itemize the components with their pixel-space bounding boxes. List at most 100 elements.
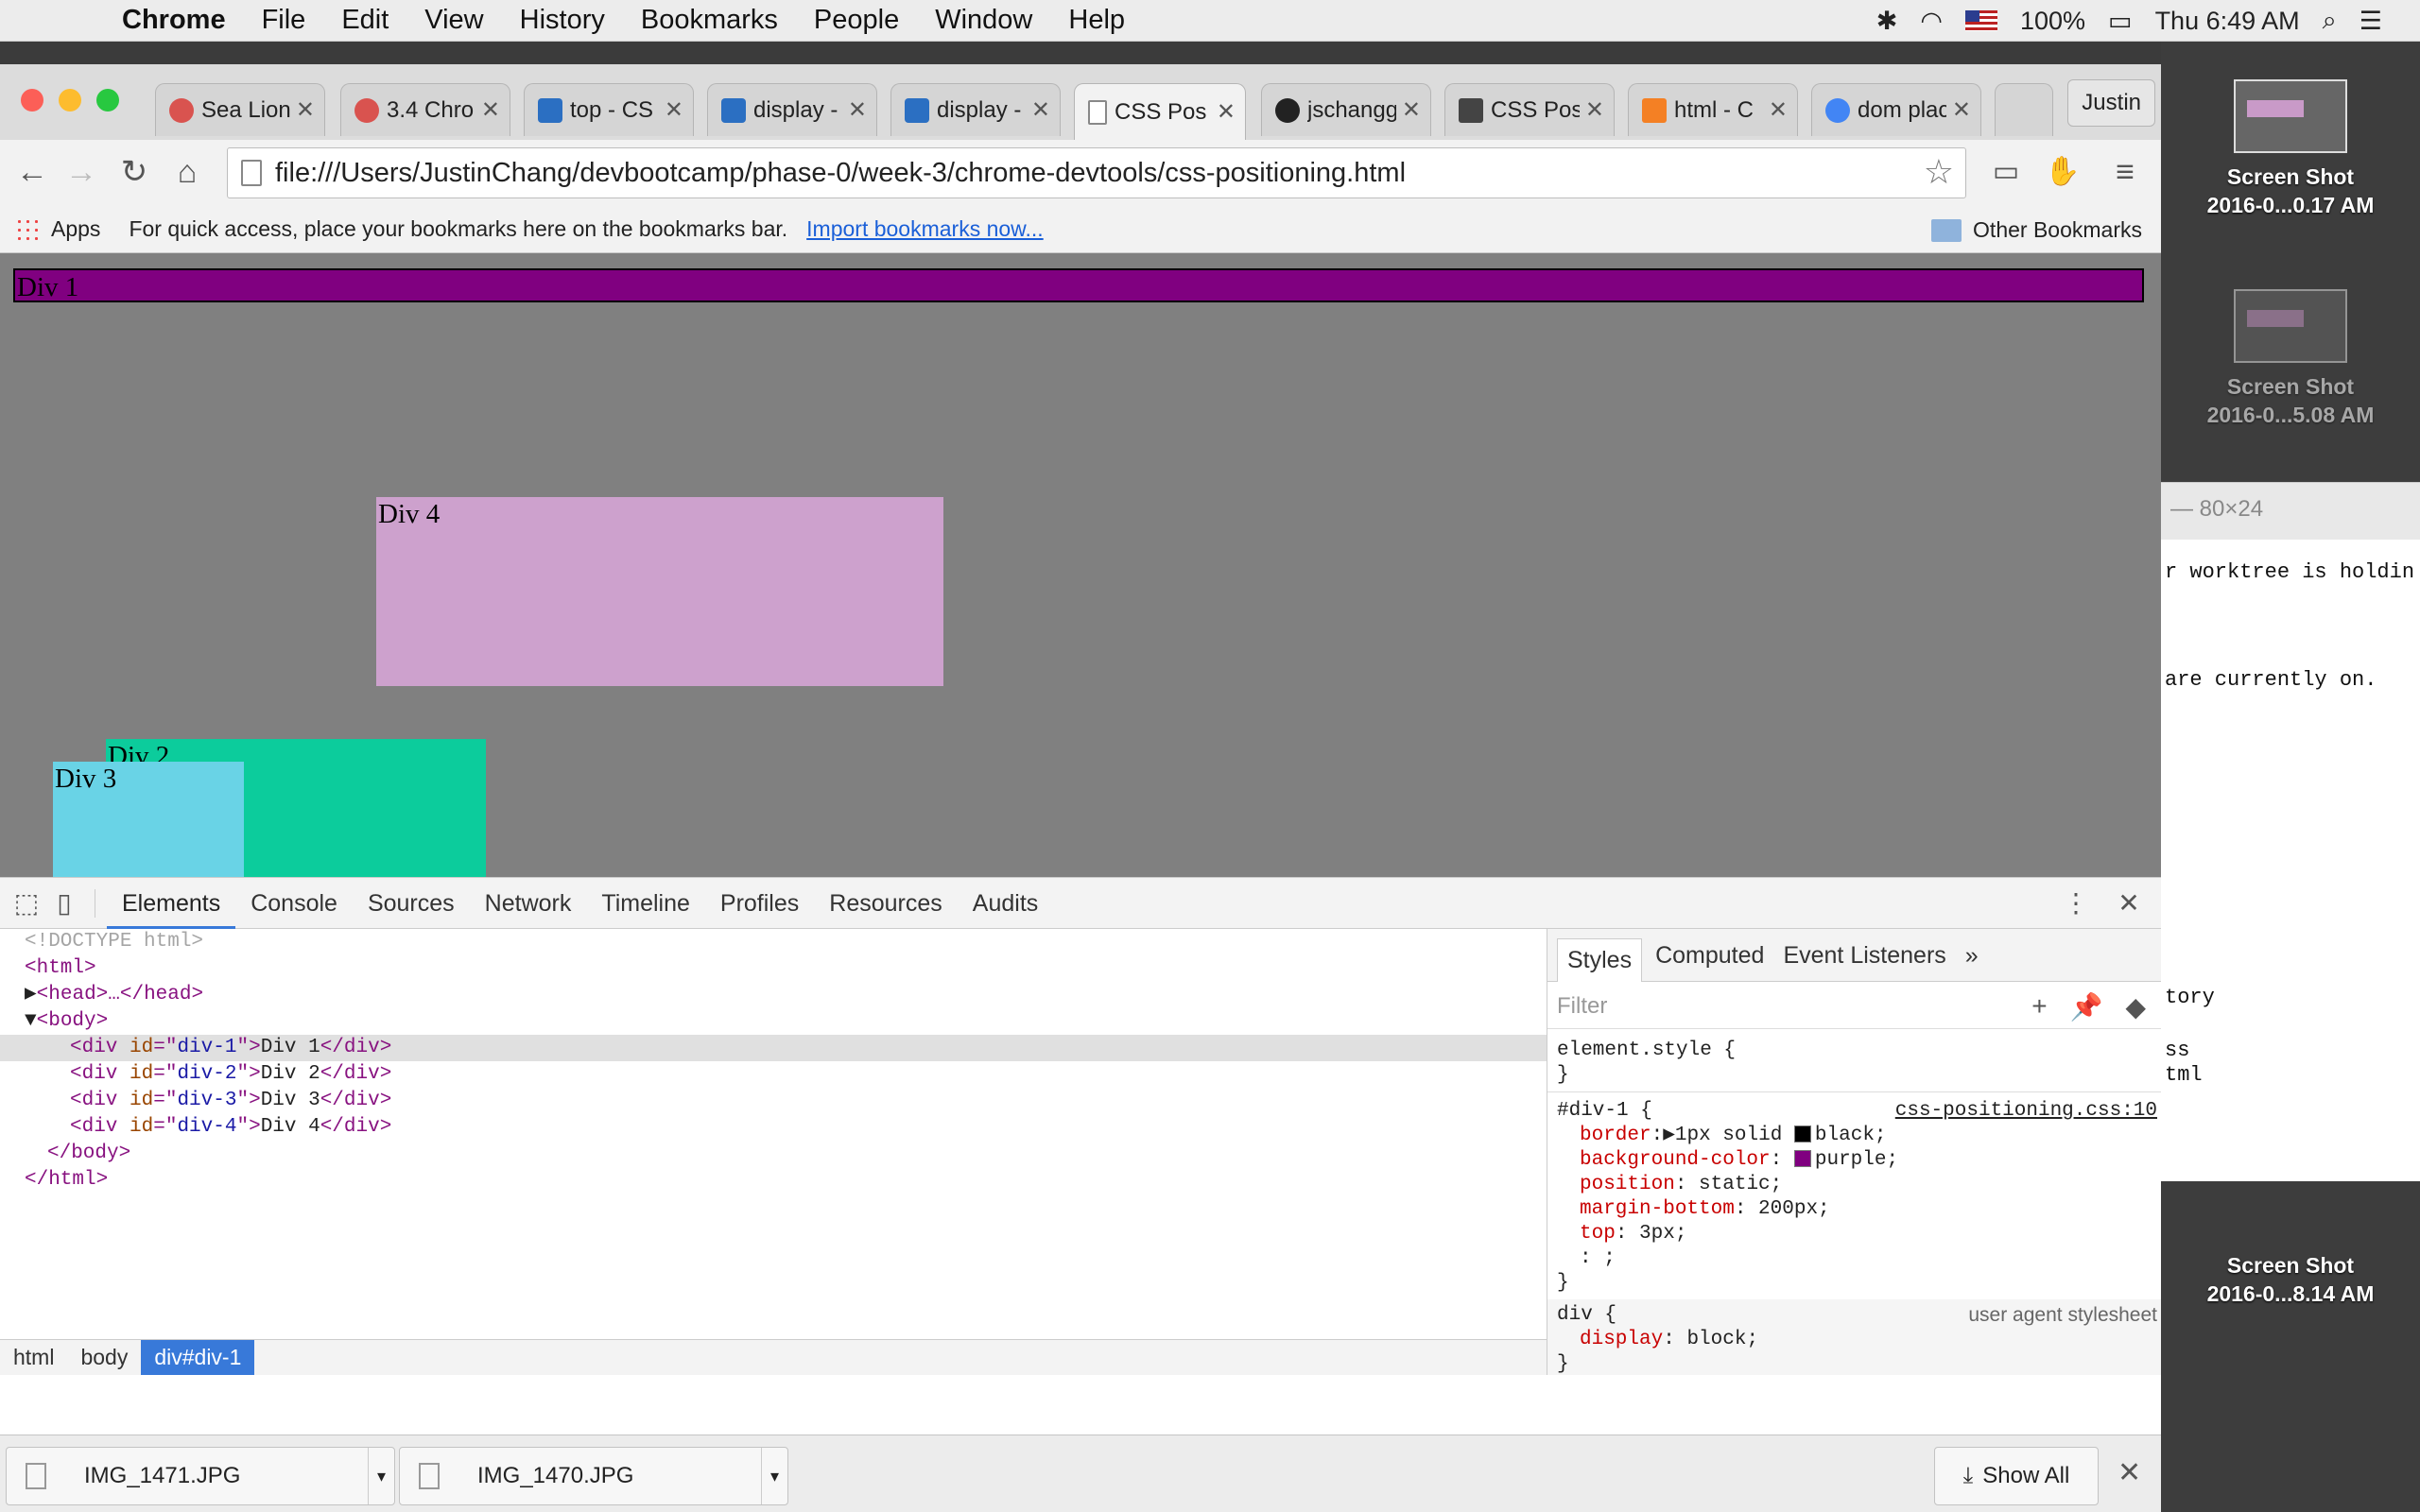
device-mode-icon[interactable]: ▯ xyxy=(45,887,83,919)
more-tabs-icon[interactable]: » xyxy=(1956,929,1988,982)
back-arrow-icon[interactable]: ← xyxy=(11,151,53,193)
tab-profiles[interactable]: Profiles xyxy=(705,878,814,929)
menu-edit[interactable]: Edit xyxy=(323,5,406,36)
html-close-node[interactable]: </html> xyxy=(0,1167,1547,1194)
div-3-box[interactable]: Div 3 xyxy=(53,762,244,877)
declaration-border[interactable]: border:▶1px solid black; xyxy=(1580,1124,1887,1148)
color-swatch[interactable] xyxy=(1793,1150,1811,1167)
battery-icon[interactable]: ▭ xyxy=(2108,7,2133,36)
div-2-node[interactable]: <div id="div-2">Div 2</div> xyxy=(0,1061,1547,1088)
close-tab-icon[interactable]: ✕ xyxy=(665,96,683,124)
collapse-arrow-icon[interactable]: ▼ xyxy=(25,1010,37,1032)
div-4-box[interactable]: Div 4 xyxy=(376,497,943,686)
desktop-file-screenshot[interactable]: Screen Shot 2016-0...5.08 AM xyxy=(2161,289,2420,429)
close-tab-icon[interactable]: ✕ xyxy=(1585,96,1604,124)
extension-icon[interactable]: ✋ xyxy=(2042,151,2083,193)
browser-tab[interactable]: Sea Lion ✕ xyxy=(155,83,325,136)
menu-view[interactable]: View xyxy=(406,5,501,36)
close-tab-icon[interactable]: ✕ xyxy=(481,96,500,124)
reload-icon[interactable]: ↻ xyxy=(113,151,155,193)
close-window-button[interactable] xyxy=(21,89,43,112)
rule-source-link[interactable]: css-positioning.css:10 xyxy=(1895,1099,2157,1124)
new-style-rule-icon[interactable]: + xyxy=(2031,991,2047,1022)
clock[interactable]: Thu 6:49 AM xyxy=(2155,7,2300,36)
div-1-box[interactable]: Div 1 xyxy=(13,268,2144,302)
bookmark-star-icon[interactable]: ☆ xyxy=(1924,152,1954,192)
menu-app-name[interactable]: Chrome xyxy=(104,5,244,36)
import-bookmarks-link[interactable]: Import bookmarks now... xyxy=(806,216,1044,242)
browser-tab[interactable]: jschangg ✕ xyxy=(1261,83,1431,136)
browser-tab[interactable]: dom plac ✕ xyxy=(1811,83,1981,136)
styles-filter-input[interactable]: Filter + 📌 ◆ xyxy=(1547,982,2161,1029)
elements-tree[interactable]: <!DOCTYPE html> <html> ▶<head>…</head> ▼… xyxy=(0,929,1547,1337)
browser-tab-active[interactable]: CSS Pos ✕ xyxy=(1074,83,1246,140)
menu-hamburger-icon[interactable]: ≡ xyxy=(2104,151,2146,193)
tab-resources[interactable]: Resources xyxy=(814,878,958,929)
tab-computed[interactable]: Computed xyxy=(1646,929,1773,982)
declaration-top[interactable]: top: 3px; xyxy=(1580,1222,1686,1246)
close-tab-icon[interactable]: ✕ xyxy=(1769,96,1788,124)
inspect-element-icon[interactable]: ⬚ xyxy=(8,887,45,919)
close-tab-icon[interactable]: ✕ xyxy=(1952,96,1971,124)
tab-console[interactable]: Console xyxy=(235,878,353,929)
body-close-node[interactable]: </body> xyxy=(0,1141,1547,1167)
input-source-flag-icon[interactable] xyxy=(1964,10,1997,31)
declaration-background-color[interactable]: background-color: purple; xyxy=(1580,1148,1898,1173)
expand-arrow-icon[interactable]: ▶ xyxy=(1663,1125,1675,1146)
new-declaration-editor[interactable]: : ; xyxy=(1580,1246,1616,1271)
close-devtools-icon[interactable]: ✕ xyxy=(2110,887,2148,919)
menu-history[interactable]: History xyxy=(502,5,623,36)
tab-styles[interactable]: Styles xyxy=(1557,937,1643,982)
tab-network[interactable]: Network xyxy=(470,878,587,929)
wifi-icon[interactable]: ◠ xyxy=(1920,7,1943,36)
download-menu-caret-icon[interactable]: ▾ xyxy=(368,1448,394,1504)
menu-bookmarks[interactable]: Bookmarks xyxy=(623,5,796,36)
menu-window[interactable]: Window xyxy=(917,5,1050,36)
element-style-selector[interactable]: element.style { xyxy=(1557,1039,1736,1063)
head-node[interactable]: ▶<head>…</head> xyxy=(0,982,1547,1008)
toggle-element-state-icon[interactable]: 📌 xyxy=(2070,991,2103,1022)
close-shelf-icon[interactable]: ✕ xyxy=(2118,1456,2141,1489)
tab-event-listeners[interactable]: Event Listeners xyxy=(1773,929,1955,982)
download-item[interactable]: IMG_1471.JPG ▾ xyxy=(6,1447,395,1505)
browser-tab[interactable]: display - ✕ xyxy=(707,83,877,136)
home-icon[interactable]: ⌂ xyxy=(166,151,208,193)
cast-icon[interactable]: ▭ xyxy=(1985,151,2027,193)
apps-grid-icon[interactable] xyxy=(15,216,40,242)
close-tab-icon[interactable]: ✕ xyxy=(1217,98,1236,126)
apps-link[interactable]: Apps xyxy=(51,216,100,242)
close-tab-icon[interactable]: ✕ xyxy=(848,96,867,124)
notification-center-icon[interactable]: ☰ xyxy=(2360,7,2382,36)
desktop-file-screenshot[interactable]: Screen Shot 2016-0...0.17 AM xyxy=(2161,79,2420,219)
show-all-downloads-button[interactable]: ⤓ Show All xyxy=(1934,1447,2099,1505)
browser-tab[interactable]: 3.4 Chro ✕ xyxy=(340,83,510,136)
body-node[interactable]: ▼<body> xyxy=(0,1008,1547,1035)
download-menu-caret-icon[interactable]: ▾ xyxy=(761,1448,787,1504)
color-format-icon[interactable]: ◆ xyxy=(2125,991,2146,1022)
tab-timeline[interactable]: Timeline xyxy=(586,878,705,929)
breadcrumb-div-1[interactable]: div#div-1 xyxy=(141,1340,255,1375)
declaration-position[interactable]: position: static; xyxy=(1580,1173,1782,1197)
browser-tab[interactable]: top - CS ✕ xyxy=(524,83,694,136)
declaration-margin-bottom[interactable]: margin-bottom: 200px; xyxy=(1580,1197,1830,1222)
close-tab-icon[interactable]: ✕ xyxy=(1031,96,1050,124)
bluetooth-icon[interactable]: ✱ xyxy=(1876,7,1898,36)
more-options-icon[interactable]: ⋮ xyxy=(2057,887,2095,919)
address-bar[interactable]: file:///Users/JustinChang/devbootcamp/ph… xyxy=(227,147,1966,198)
battery-percent[interactable]: 100% xyxy=(2020,7,2085,36)
color-swatch[interactable] xyxy=(1793,1125,1811,1143)
menu-file[interactable]: File xyxy=(244,5,324,36)
tab-sources[interactable]: Sources xyxy=(353,878,470,929)
div-3-node[interactable]: <div id="div-3">Div 3</div> xyxy=(0,1088,1547,1114)
spotlight-search-icon[interactable]: ⌕ xyxy=(2323,6,2337,36)
browser-tab[interactable]: CSS Pos ✕ xyxy=(1444,83,1615,136)
breadcrumb-body[interactable]: body xyxy=(67,1340,141,1375)
close-tab-icon[interactable]: ✕ xyxy=(296,96,315,124)
forward-arrow-icon[interactable]: → xyxy=(60,151,102,193)
menu-people[interactable]: People xyxy=(796,5,917,36)
tab-elements[interactable]: Elements xyxy=(107,878,236,929)
breadcrumb-html[interactable]: html xyxy=(0,1340,67,1375)
menu-help[interactable]: Help xyxy=(1050,5,1143,36)
minimize-window-button[interactable] xyxy=(59,89,81,112)
new-tab-button[interactable] xyxy=(1995,83,2053,136)
